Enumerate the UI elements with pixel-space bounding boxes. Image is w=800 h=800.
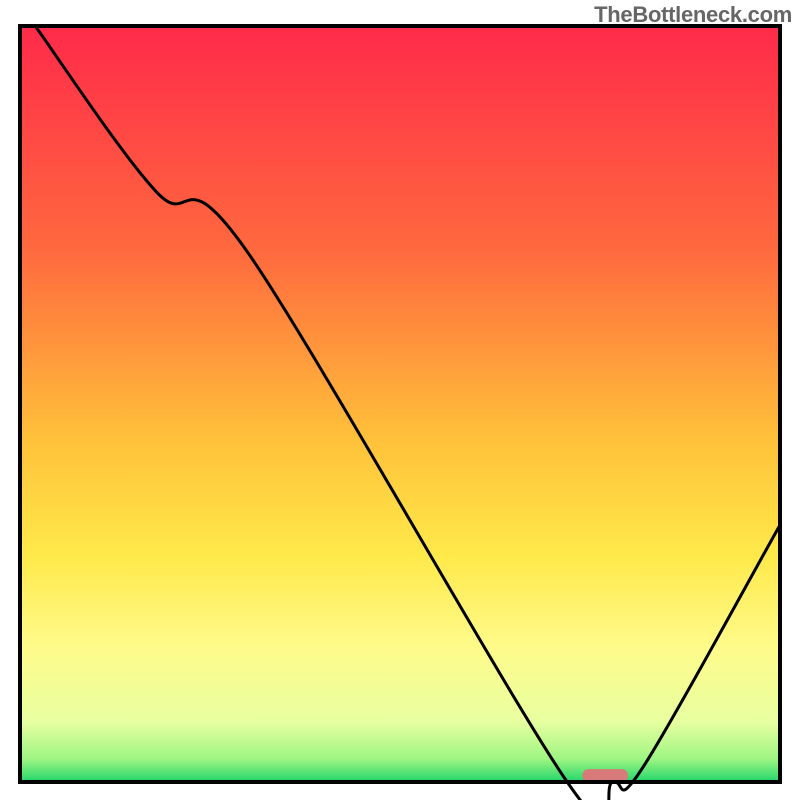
chart-container: TheBottleneck.com xyxy=(0,0,800,800)
plot-background xyxy=(20,26,780,782)
bottleneck-chart xyxy=(0,0,800,800)
attribution-label: TheBottleneck.com xyxy=(594,2,792,28)
